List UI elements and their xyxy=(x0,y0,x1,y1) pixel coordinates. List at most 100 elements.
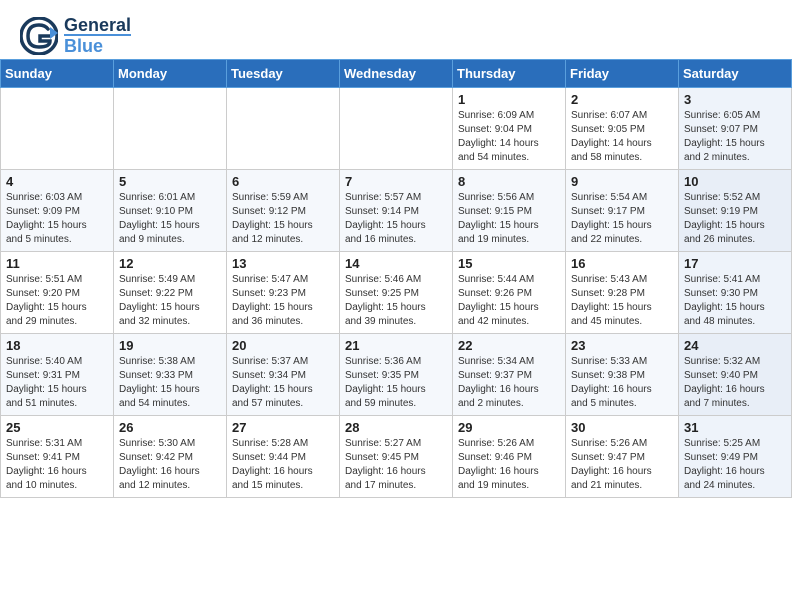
day-info: Sunrise: 5:41 AM Sunset: 9:30 PM Dayligh… xyxy=(684,273,786,329)
day-number: 23 xyxy=(571,338,673,353)
day-number: 1 xyxy=(458,92,560,107)
day-number: 9 xyxy=(571,174,673,189)
header-wednesday: Wednesday xyxy=(340,60,453,88)
header-saturday: Saturday xyxy=(679,60,792,88)
day-number: 8 xyxy=(458,174,560,189)
calendar-week-row: 18 Sunrise: 5:40 AM Sunset: 9:31 PM Dayli… xyxy=(1,334,792,416)
day-info: Sunrise: 5:57 AM Sunset: 9:14 PM Dayligh… xyxy=(345,191,447,247)
calendar-cell: 4 Sunrise: 6:03 AM Sunset: 9:09 PM Daylig… xyxy=(1,170,114,252)
calendar-cell: 15 Sunrise: 5:44 AM Sunset: 9:26 PM Dayli… xyxy=(453,252,566,334)
calendar-cell: 16Sunrise: 5:43 AM Sunset: 9:28 PM Dayli… xyxy=(566,252,679,334)
calendar-cell: 8Sunrise: 5:56 AM Sunset: 9:15 PM Daylig… xyxy=(453,170,566,252)
day-number: 25 xyxy=(6,420,108,435)
day-info: Sunrise: 5:54 AM Sunset: 9:17 PM Dayligh… xyxy=(571,191,673,247)
calendar-header-row: Sunday Monday Tuesday Wednesday Thursday… xyxy=(1,60,792,88)
day-number: 3 xyxy=(684,92,786,107)
day-number: 14 xyxy=(345,256,447,271)
calendar-cell: 27 Sunrise: 5:28 AM Sunset: 9:44 PM Dayli… xyxy=(227,416,340,498)
day-info: Sunrise: 5:32 AM Sunset: 9:40 PM Dayligh… xyxy=(684,355,786,411)
calendar-cell xyxy=(227,88,340,170)
calendar-cell: 23 Sunrise: 5:33 AM Sunset: 9:38 PM Dayli… xyxy=(566,334,679,416)
header-friday: Friday xyxy=(566,60,679,88)
day-number: 22 xyxy=(458,338,560,353)
day-info: Sunrise: 5:36 AM Sunset: 9:35 PM Dayligh… xyxy=(345,355,447,411)
calendar-cell: 22 Sunrise: 5:34 AM Sunset: 9:37 PM Dayli… xyxy=(453,334,566,416)
calendar-cell: 12Sunrise: 5:49 AM Sunset: 9:22 PM Dayli… xyxy=(114,252,227,334)
calendar-cell: 18 Sunrise: 5:40 AM Sunset: 9:31 PM Dayli… xyxy=(1,334,114,416)
day-info: Sunrise: 6:07 AM Sunset: 9:05 PM Dayligh… xyxy=(571,109,673,165)
calendar-cell xyxy=(1,88,114,170)
day-number: 6 xyxy=(232,174,334,189)
day-number: 15 xyxy=(458,256,560,271)
calendar-cell: 30 Sunrise: 5:26 AM Sunset: 9:47 PM Dayli… xyxy=(566,416,679,498)
calendar-cell: 20 Sunrise: 5:37 AM Sunset: 9:34 PM Dayli… xyxy=(227,334,340,416)
calendar-cell: 14 Sunrise: 5:46 AM Sunset: 9:25 PM Dayli… xyxy=(340,252,453,334)
calendar-cell: 2 Sunrise: 6:07 AM Sunset: 9:05 PM Daylig… xyxy=(566,88,679,170)
day-number: 26 xyxy=(119,420,221,435)
calendar-cell: 6 Sunrise: 5:59 AM Sunset: 9:12 PM Daylig… xyxy=(227,170,340,252)
day-number: 27 xyxy=(232,420,334,435)
day-info: Sunrise: 5:49 AM Sunset: 9:22 PM Dayligh… xyxy=(119,273,221,329)
day-number: 30 xyxy=(571,420,673,435)
day-number: 21 xyxy=(345,338,447,353)
header-thursday: Thursday xyxy=(453,60,566,88)
day-info: Sunrise: 6:05 AM Sunset: 9:07 PM Dayligh… xyxy=(684,109,786,165)
header-monday: Monday xyxy=(114,60,227,88)
day-info: Sunrise: 5:27 AM Sunset: 9:45 PM Dayligh… xyxy=(345,437,447,493)
calendar-cell xyxy=(114,88,227,170)
day-info: Sunrise: 5:52 AM Sunset: 9:19 PM Dayligh… xyxy=(684,191,786,247)
day-info: Sunrise: 5:26 AM Sunset: 9:46 PM Dayligh… xyxy=(458,437,560,493)
calendar-cell: 19Sunrise: 5:38 AM Sunset: 9:33 PM Dayli… xyxy=(114,334,227,416)
calendar-cell: 29 Sunrise: 5:26 AM Sunset: 9:46 PM Dayli… xyxy=(453,416,566,498)
calendar-cell xyxy=(340,88,453,170)
day-number: 29 xyxy=(458,420,560,435)
calendar: Sunday Monday Tuesday Wednesday Thursday… xyxy=(0,59,792,498)
day-info: Sunrise: 5:26 AM Sunset: 9:47 PM Dayligh… xyxy=(571,437,673,493)
day-number: 31 xyxy=(684,420,786,435)
day-info: Sunrise: 5:31 AM Sunset: 9:41 PM Dayligh… xyxy=(6,437,108,493)
calendar-cell: 1 Sunrise: 6:09 AM Sunset: 9:04 PM Daylig… xyxy=(453,88,566,170)
day-info: Sunrise: 5:44 AM Sunset: 9:26 PM Dayligh… xyxy=(458,273,560,329)
calendar-cell: 13Sunrise: 5:47 AM Sunset: 9:23 PM Dayli… xyxy=(227,252,340,334)
day-info: Sunrise: 6:03 AM Sunset: 9:09 PM Dayligh… xyxy=(6,191,108,247)
calendar-cell: 26 Sunrise: 5:30 AM Sunset: 9:42 PM Dayli… xyxy=(114,416,227,498)
header: General Blue xyxy=(0,0,792,59)
day-number: 28 xyxy=(345,420,447,435)
calendar-cell: 24 Sunrise: 5:32 AM Sunset: 9:40 PM Dayli… xyxy=(679,334,792,416)
day-number: 2 xyxy=(571,92,673,107)
day-number: 4 xyxy=(6,174,108,189)
calendar-cell: 21 Sunrise: 5:36 AM Sunset: 9:35 PM Dayli… xyxy=(340,334,453,416)
day-info: Sunrise: 5:37 AM Sunset: 9:34 PM Dayligh… xyxy=(232,355,334,411)
day-number: 17 xyxy=(684,256,786,271)
day-info: Sunrise: 5:59 AM Sunset: 9:12 PM Dayligh… xyxy=(232,191,334,247)
day-info: Sunrise: 6:01 AM Sunset: 9:10 PM Dayligh… xyxy=(119,191,221,247)
calendar-week-row: 4 Sunrise: 6:03 AM Sunset: 9:09 PM Daylig… xyxy=(1,170,792,252)
day-number: 13 xyxy=(232,256,334,271)
calendar-cell: 9 Sunrise: 5:54 AM Sunset: 9:17 PM Daylig… xyxy=(566,170,679,252)
calendar-week-row: 1 Sunrise: 6:09 AM Sunset: 9:04 PM Daylig… xyxy=(1,88,792,170)
day-info: Sunrise: 5:43 AM Sunset: 9:28 PM Dayligh… xyxy=(571,273,673,329)
day-info: Sunrise: 5:34 AM Sunset: 9:37 PM Dayligh… xyxy=(458,355,560,411)
day-info: Sunrise: 5:40 AM Sunset: 9:31 PM Dayligh… xyxy=(6,355,108,411)
calendar-cell: 7Sunrise: 5:57 AM Sunset: 9:14 PM Daylig… xyxy=(340,170,453,252)
day-number: 18 xyxy=(6,338,108,353)
day-info: Sunrise: 5:46 AM Sunset: 9:25 PM Dayligh… xyxy=(345,273,447,329)
calendar-cell: 28 Sunrise: 5:27 AM Sunset: 9:45 PM Dayli… xyxy=(340,416,453,498)
calendar-week-row: 25 Sunrise: 5:31 AM Sunset: 9:41 PM Dayli… xyxy=(1,416,792,498)
day-info: Sunrise: 5:30 AM Sunset: 9:42 PM Dayligh… xyxy=(119,437,221,493)
header-sunday: Sunday xyxy=(1,60,114,88)
day-info: Sunrise: 5:33 AM Sunset: 9:38 PM Dayligh… xyxy=(571,355,673,411)
calendar-cell: 5Sunrise: 6:01 AM Sunset: 9:10 PM Daylig… xyxy=(114,170,227,252)
calendar-cell: 10Sunrise: 5:52 AM Sunset: 9:19 PM Dayli… xyxy=(679,170,792,252)
day-number: 11 xyxy=(6,256,108,271)
day-info: Sunrise: 6:09 AM Sunset: 9:04 PM Dayligh… xyxy=(458,109,560,165)
calendar-cell: 17 Sunrise: 5:41 AM Sunset: 9:30 PM Dayli… xyxy=(679,252,792,334)
day-number: 20 xyxy=(232,338,334,353)
calendar-cell: 25 Sunrise: 5:31 AM Sunset: 9:41 PM Dayli… xyxy=(1,416,114,498)
day-number: 24 xyxy=(684,338,786,353)
calendar-cell: 3 Sunrise: 6:05 AM Sunset: 9:07 PM Daylig… xyxy=(679,88,792,170)
logo: General Blue xyxy=(20,16,131,55)
calendar-cell: 11Sunrise: 5:51 AM Sunset: 9:20 PM Dayli… xyxy=(1,252,114,334)
day-info: Sunrise: 5:25 AM Sunset: 9:49 PM Dayligh… xyxy=(684,437,786,493)
day-info: Sunrise: 5:28 AM Sunset: 9:44 PM Dayligh… xyxy=(232,437,334,493)
